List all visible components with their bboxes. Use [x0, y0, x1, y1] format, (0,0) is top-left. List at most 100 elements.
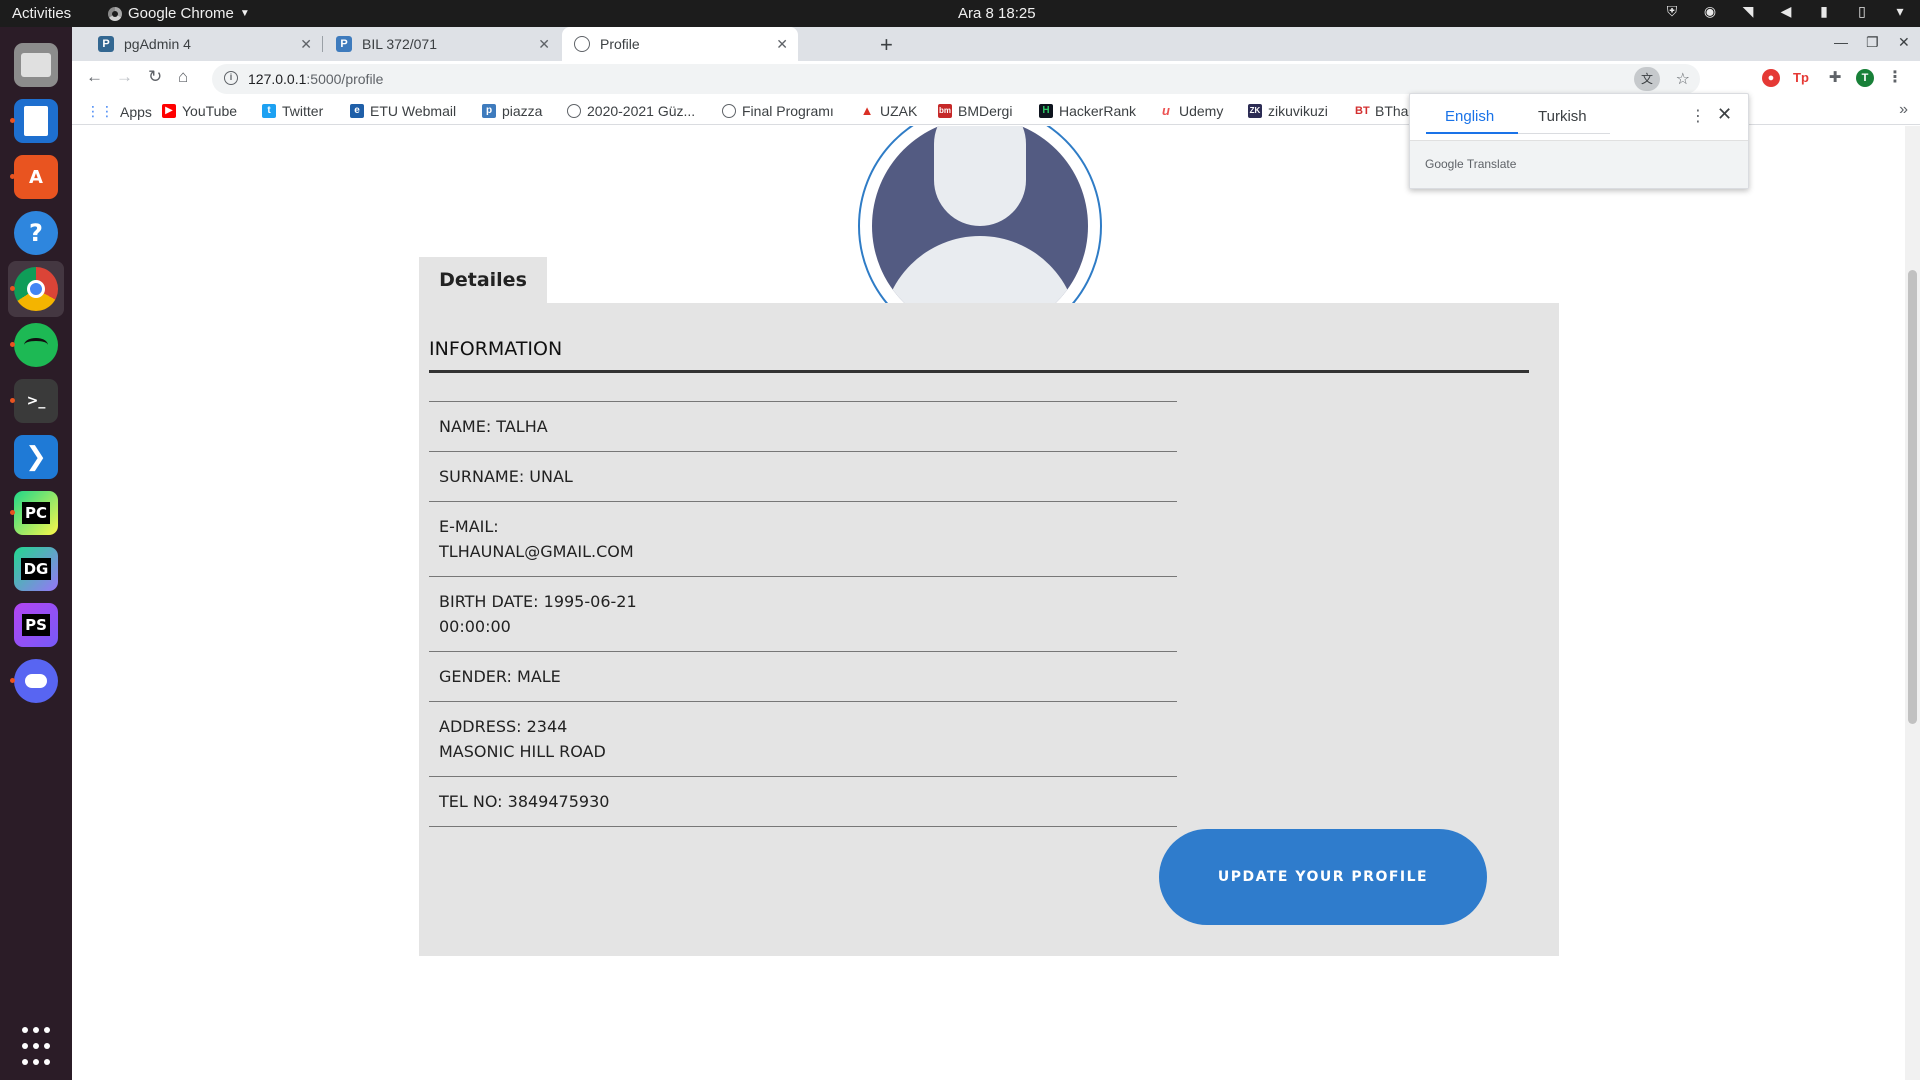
bookmark-guz[interactable]: 2020-2021 Güz...	[567, 103, 695, 119]
adblock-icon[interactable]: ●	[1762, 69, 1780, 87]
dock-item-datagrip[interactable]: DG	[8, 541, 64, 597]
dock-item-discord[interactable]	[8, 653, 64, 709]
apps-grid-icon: ⋮⋮	[86, 103, 114, 119]
bookmark-bmdergi[interactable]: bm BMDergi	[938, 103, 1012, 119]
bookmark-piazza[interactable]: p piazza	[482, 103, 542, 119]
bookmark-btha[interactable]: BT BTha	[1355, 103, 1408, 119]
home-icon[interactable]: ⌂	[178, 67, 188, 87]
close-icon[interactable]: ✕	[300, 36, 312, 53]
pgadmin-icon: P	[98, 36, 114, 52]
app-menu[interactable]: Google Chrome ▼	[108, 5, 250, 22]
app-name-label: Google Chrome	[128, 5, 234, 22]
help-icon: ?	[14, 211, 58, 255]
dock-item-writer[interactable]	[8, 93, 64, 149]
details-tab[interactable]: Detailes	[419, 257, 547, 303]
close-icon[interactable]: ✕	[538, 36, 550, 53]
chevron-down-icon: ▼	[239, 8, 250, 19]
datagrip-icon: DG	[14, 547, 58, 591]
dock-item-help[interactable]: ?	[8, 205, 64, 261]
extension-tp-icon[interactable]: Tp	[1792, 69, 1810, 87]
translate-icon[interactable]: 文	[1634, 67, 1660, 91]
translate-source-language-tab[interactable]: English	[1445, 108, 1494, 125]
show-applications-button[interactable]	[8, 1018, 64, 1074]
back-arrow-icon[interactable]: ←	[86, 67, 103, 87]
google-translate-logo: Google Translate	[1425, 157, 1517, 171]
bookmark-star-icon[interactable]: ☆	[1676, 69, 1690, 89]
site-info-icon[interactable]: i	[224, 71, 238, 85]
udemy-icon: u	[1162, 103, 1170, 118]
page-scrollbar[interactable]	[1905, 126, 1920, 1080]
reload-icon[interactable]: ↻	[148, 67, 162, 87]
bookmark-twitter[interactable]: t Twitter	[262, 103, 323, 119]
profile-fields-list: NAME: TALHA SURNAME: UNAL E-MAIL: TLHAUN…	[429, 401, 1177, 827]
bookmarks-overflow-icon[interactable]: »	[1899, 101, 1908, 119]
pycharm-icon: PC	[14, 491, 58, 535]
section-title: INFORMATION	[429, 338, 563, 360]
dock-item-spotify[interactable]	[8, 317, 64, 373]
field-address: ADDRESS: 2344 MASONIC HILL ROAD	[429, 702, 1177, 777]
tab-pgadmin[interactable]: P pgAdmin 4 ✕	[86, 27, 322, 61]
tab-bil372[interactable]: P BIL 372/071 ✕	[324, 27, 560, 61]
translate-options-icon[interactable]: ⋮	[1690, 106, 1706, 126]
dock-item-files[interactable]	[8, 37, 64, 93]
discord-icon	[14, 659, 58, 703]
power-menu-icon[interactable]: ▾	[1892, 3, 1908, 19]
close-icon[interactable]: ✕	[776, 36, 788, 53]
bookmark-apps[interactable]: ⋮⋮ Apps	[86, 103, 152, 120]
update-profile-button[interactable]: UPDATE YOUR PROFILE	[1159, 829, 1487, 925]
browser-menu-icon[interactable]: ⋮	[1886, 69, 1904, 87]
new-tab-button[interactable]: +	[880, 32, 893, 58]
extensions-puzzle-icon[interactable]: ✚	[1826, 69, 1844, 87]
bookmark-uzak[interactable]: ▲ UZAK	[860, 103, 918, 119]
chrome-icon	[14, 267, 58, 311]
dock: A ? >_ ❯ PC DG PS	[0, 27, 72, 1080]
field-name: NAME: TALHA	[429, 402, 1177, 452]
piazza-icon: P	[336, 36, 352, 52]
dock-item-vscode[interactable]: ❯	[8, 429, 64, 485]
restore-icon[interactable]: ❐	[1866, 34, 1879, 51]
dock-item-phpstorm[interactable]: PS	[8, 597, 64, 653]
bookmark-hackerrank[interactable]: H HackerRank	[1039, 103, 1136, 119]
volume-icon[interactable]: ◀	[1778, 3, 1794, 19]
chrome-icon	[108, 6, 122, 21]
globe-icon	[722, 104, 736, 118]
shield-icon[interactable]: ⛨	[1664, 3, 1680, 19]
youtube-icon: ▶	[162, 104, 176, 118]
dock-item-pycharm[interactable]: PC	[8, 485, 64, 541]
show-apps-icon	[14, 1024, 58, 1068]
piazza-icon: p	[482, 104, 496, 118]
activities-button[interactable]: Activities	[12, 5, 71, 22]
dock-item-terminal[interactable]: >_	[8, 373, 64, 429]
microphone-icon[interactable]: ▮	[1816, 3, 1832, 19]
bookmark-etu-webmail[interactable]: e ETU Webmail	[350, 103, 456, 119]
twitter-icon: t	[262, 104, 276, 118]
webmail-icon: e	[350, 104, 364, 118]
bookmark-udemy[interactable]: u Udemy	[1159, 103, 1223, 119]
translate-target-language-tab[interactable]: Turkish	[1538, 108, 1587, 125]
uzak-icon: ▲	[860, 103, 874, 118]
bt-icon: BT	[1355, 105, 1370, 117]
browser-toolbar: ← → ↻ ⌂ i 127.0.0.1:5000/profile 文 ☆ ● T…	[72, 61, 1920, 97]
window-close-icon[interactable]: ✕	[1898, 34, 1910, 51]
url-text[interactable]: 127.0.0.1:5000/profile	[248, 71, 383, 87]
section-divider	[429, 370, 1529, 373]
profile-avatar[interactable]: T	[1856, 69, 1874, 87]
bookmark-youtube[interactable]: ▶ YouTube	[162, 103, 237, 119]
close-icon[interactable]: ✕	[1717, 104, 1732, 125]
forward-arrow-icon[interactable]: →	[116, 67, 133, 87]
wifi-icon[interactable]: ◥	[1740, 3, 1756, 19]
scrollbar-thumb[interactable]	[1908, 270, 1917, 724]
system-tray[interactable]: ⛨ ◉ ◥ ◀ ▮ ▯ ▾	[1664, 3, 1908, 19]
dock-item-software-center[interactable]: A	[8, 149, 64, 205]
battery-icon[interactable]: ▯	[1854, 3, 1870, 19]
bookmark-zikuvikuzi[interactable]: ZK zikuvikuzi	[1248, 103, 1328, 119]
minimize-icon[interactable]: —	[1834, 34, 1848, 50]
dock-item-chrome[interactable]	[8, 261, 64, 317]
tab-title: BIL 372/071	[362, 36, 437, 52]
address-bar[interactable]: i 127.0.0.1:5000/profile 文 ☆	[212, 64, 1700, 94]
bookmark-final-programi[interactable]: Final Programı	[722, 103, 834, 119]
discord-icon[interactable]: ◉	[1702, 3, 1718, 19]
clock[interactable]: Ara 8 18:25	[958, 5, 1036, 22]
tab-profile[interactable]: Profile ✕	[562, 27, 798, 61]
tab-title: Profile	[600, 36, 640, 52]
